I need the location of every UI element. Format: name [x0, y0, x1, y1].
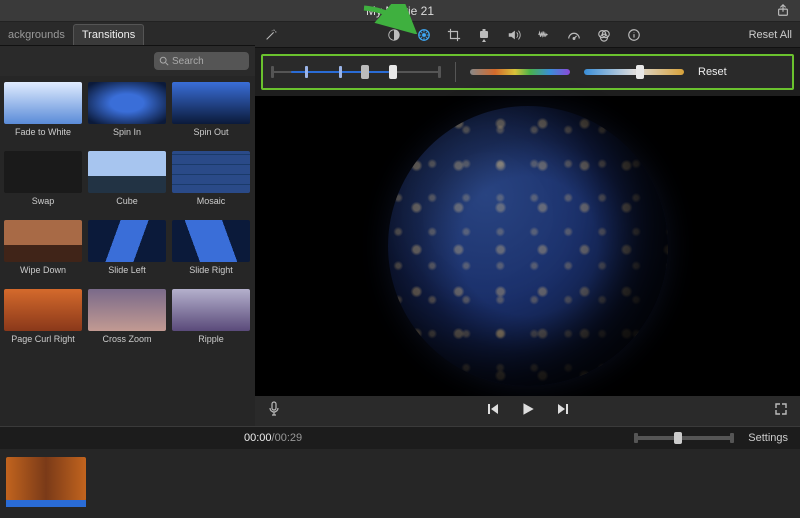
- transition-label: Cross Zoom: [88, 334, 166, 344]
- transition-thumb: [4, 151, 82, 193]
- transition-item[interactable]: Slide Right: [172, 220, 250, 275]
- transition-thumb: [88, 151, 166, 193]
- timeline-panel: 00:00 / 00:29 Settings: [0, 426, 800, 518]
- noise-reduction-icon[interactable]: [536, 27, 552, 43]
- timeline-clip[interactable]: [6, 457, 86, 501]
- voiceover-icon[interactable]: [267, 401, 281, 422]
- clip-thumbnail: [6, 457, 86, 501]
- filters-icon[interactable]: [596, 27, 612, 43]
- reset-color-button[interactable]: Reset: [698, 66, 727, 78]
- transition-thumb: [4, 220, 82, 262]
- transition-item[interactable]: Mosaic: [172, 151, 250, 206]
- transition-thumb: [88, 82, 166, 124]
- color-correction-bar: Reset: [261, 54, 794, 90]
- tab-transitions[interactable]: Transitions: [73, 24, 144, 45]
- viewer-panel: Reset All: [255, 22, 800, 426]
- transition-label: Slide Left: [88, 265, 166, 275]
- transition-label: Ripple: [172, 334, 250, 344]
- transition-label: Page Curl Right: [4, 334, 82, 344]
- transition-item[interactable]: Slide Left: [88, 220, 166, 275]
- transition-thumb: [172, 82, 250, 124]
- transition-thumb: [88, 289, 166, 331]
- color-balance-icon[interactable]: [386, 27, 402, 43]
- transition-label: Mosaic: [172, 196, 250, 206]
- temperature-slider[interactable]: [584, 69, 684, 75]
- transition-label: Slide Right: [172, 265, 250, 275]
- transition-thumb: [172, 220, 250, 262]
- timeline-settings-button[interactable]: Settings: [748, 432, 788, 444]
- crop-icon[interactable]: [446, 27, 462, 43]
- exposure-multislider[interactable]: [271, 67, 441, 77]
- viewer-toolbar: Reset All: [255, 22, 800, 48]
- next-button[interactable]: [556, 402, 570, 421]
- timecode-current: 00:00: [244, 432, 272, 444]
- fullscreen-icon[interactable]: [774, 402, 788, 421]
- transition-label: Spin Out: [172, 127, 250, 137]
- browser-sidebar: ackgrounds Transitions Search Fade to Wh…: [0, 22, 255, 426]
- transition-thumb: [4, 289, 82, 331]
- prev-button[interactable]: [486, 402, 500, 421]
- preview-content: [388, 106, 668, 386]
- timecode-total: 00:29: [275, 432, 303, 444]
- search-input[interactable]: Search: [154, 52, 249, 70]
- speed-icon[interactable]: [566, 27, 582, 43]
- clip-audio-band: [6, 500, 86, 507]
- info-icon[interactable]: [626, 27, 642, 43]
- transition-item[interactable]: Swap: [4, 151, 82, 206]
- playback-controls: [255, 396, 800, 426]
- reset-all-button[interactable]: Reset All: [749, 29, 792, 41]
- transition-label: Fade to White: [4, 127, 82, 137]
- project-title: My Movie 21: [366, 4, 434, 18]
- volume-icon[interactable]: [506, 27, 522, 43]
- transition-thumb: [172, 151, 250, 193]
- transition-label: Swap: [4, 196, 82, 206]
- transition-item[interactable]: Ripple: [172, 289, 250, 344]
- transition-label: Spin In: [88, 127, 166, 137]
- timeline-tracks[interactable]: [0, 449, 800, 518]
- preview-canvas[interactable]: [255, 96, 800, 396]
- search-placeholder: Search: [172, 56, 204, 67]
- transition-thumb: [88, 220, 166, 262]
- transition-item[interactable]: Spin In: [88, 82, 166, 137]
- transition-thumb: [4, 82, 82, 124]
- magic-wand-icon[interactable]: [263, 27, 279, 43]
- saturation-slider[interactable]: [470, 69, 570, 75]
- transitions-grid: Fade to White Spin In Spin Out Swap Cube Mosa…: [0, 76, 255, 426]
- timeline-zoom-slider[interactable]: [634, 436, 734, 440]
- tab-backgrounds[interactable]: ackgrounds: [0, 25, 73, 45]
- window-titlebar: My Movie 21: [0, 0, 800, 22]
- transition-item[interactable]: Cube: [88, 151, 166, 206]
- share-icon[interactable]: [776, 3, 790, 20]
- play-button[interactable]: [520, 401, 536, 422]
- transition-thumb: [172, 289, 250, 331]
- transition-label: Wipe Down: [4, 265, 82, 275]
- browser-tabs: ackgrounds Transitions: [0, 22, 255, 46]
- transition-item[interactable]: Spin Out: [172, 82, 250, 137]
- transition-label: Cube: [88, 196, 166, 206]
- color-correction-icon[interactable]: [416, 27, 432, 43]
- transition-item[interactable]: Wipe Down: [4, 220, 82, 275]
- transition-item[interactable]: Page Curl Right: [4, 289, 82, 344]
- stabilization-icon[interactable]: [476, 27, 492, 43]
- timeline-header: 00:00 / 00:29 Settings: [0, 427, 800, 449]
- transition-item[interactable]: Fade to White: [4, 82, 82, 137]
- transition-item[interactable]: Cross Zoom: [88, 289, 166, 344]
